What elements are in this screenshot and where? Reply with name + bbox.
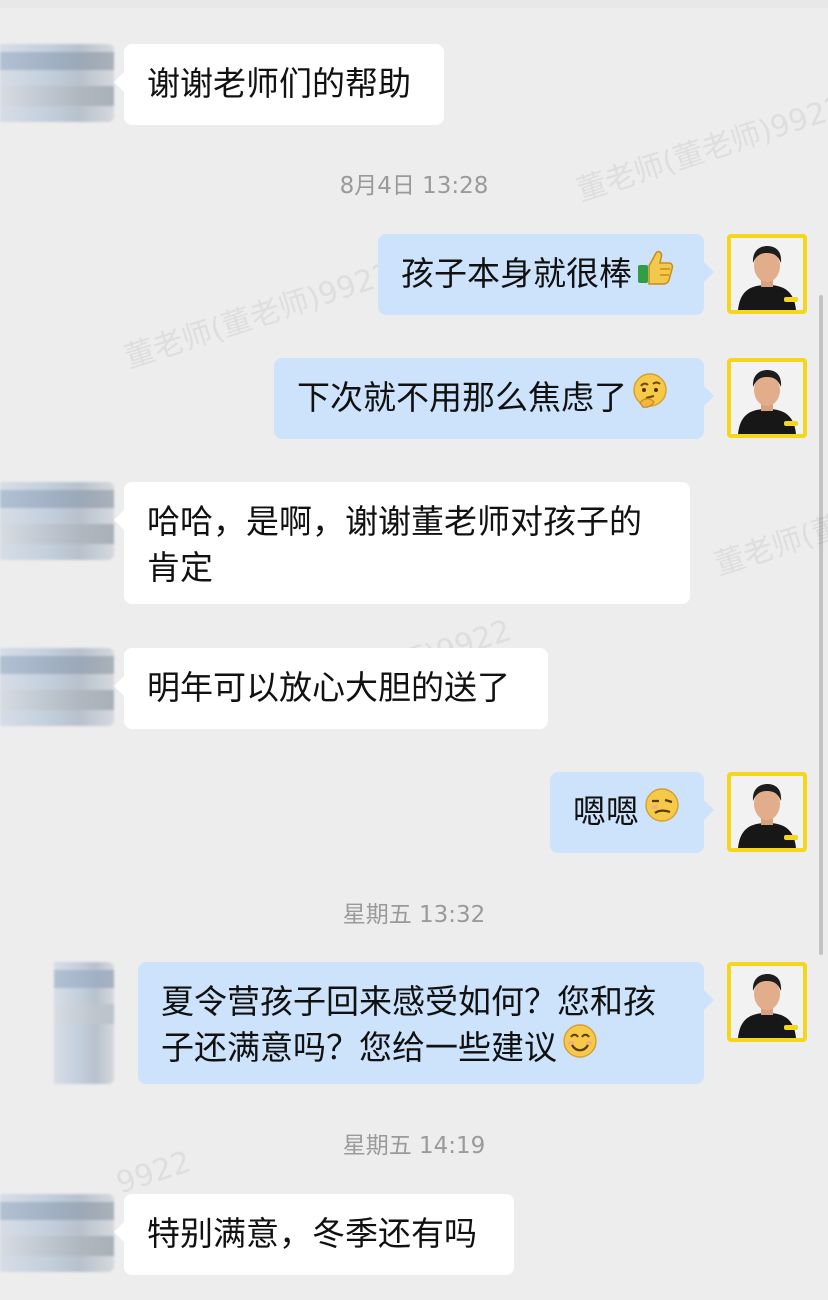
- message-line: 子还满意吗？您给一些建议: [161, 1028, 557, 1067]
- smirk-face-icon: [643, 786, 681, 836]
- message-bubble[interactable]: 夏令营孩子回来感受如何？您和孩 子还满意吗？您给一些建议: [138, 962, 714, 1084]
- watermark: 董老师(董: [710, 508, 828, 583]
- message-bubble[interactable]: 嗯嗯: [550, 772, 714, 853]
- message-bubble[interactable]: 特别满意，冬季还有吗: [114, 1194, 514, 1275]
- message-text: 谢谢老师们的帮助: [147, 64, 411, 103]
- message-text: 下次就不用那么焦虑了: [297, 378, 627, 417]
- contact-avatar[interactable]: [0, 648, 114, 726]
- timestamp: 星期五 13:32: [342, 902, 486, 928]
- message-text: 特别满意，冬季还有吗: [147, 1214, 477, 1253]
- message-bubble[interactable]: 孩子本身就很棒: [378, 234, 714, 315]
- contact-avatar[interactable]: [0, 44, 114, 122]
- message-bubble[interactable]: 哈哈，是啊，谢谢董老师对孩子的 肯定: [114, 482, 690, 604]
- timestamp: 星期五 14:19: [342, 1133, 486, 1159]
- message-text: 孩子本身就很棒: [401, 254, 632, 293]
- contact-avatar[interactable]: [54, 962, 114, 1084]
- user-avatar[interactable]: [727, 772, 807, 852]
- contact-avatar[interactable]: [0, 482, 114, 560]
- message-bubble[interactable]: 明年可以放心大胆的送了: [114, 648, 548, 729]
- message-text: 明年可以放心大胆的送了: [147, 668, 510, 707]
- user-avatar[interactable]: [727, 962, 807, 1042]
- message-line: 肯定: [147, 548, 213, 587]
- scrollbar[interactable]: [819, 295, 823, 955]
- user-avatar[interactable]: [727, 234, 807, 314]
- message-bubble[interactable]: 下次就不用那么焦虑了: [274, 358, 714, 439]
- message-line: 夏令营孩子回来感受如何？您和孩: [161, 982, 656, 1021]
- user-avatar[interactable]: [727, 358, 807, 438]
- message-bubble[interactable]: 谢谢老师们的帮助: [114, 44, 444, 125]
- thumbs-up-icon: [636, 248, 674, 298]
- chat-window[interactable]: 董老师(董老师)9922 董老师(董老师)9922 董老师(董 师)9922 9…: [0, 0, 828, 1300]
- timestamp: 8月4日 13:28: [339, 173, 489, 199]
- contact-avatar[interactable]: [0, 1194, 114, 1272]
- smile-face-icon: [561, 1022, 599, 1072]
- message-line: 哈哈，是啊，谢谢董老师对孩子的: [147, 502, 642, 541]
- top-strip: [0, 0, 828, 8]
- thinking-face-icon: [631, 372, 669, 422]
- message-text: 嗯嗯: [573, 792, 639, 831]
